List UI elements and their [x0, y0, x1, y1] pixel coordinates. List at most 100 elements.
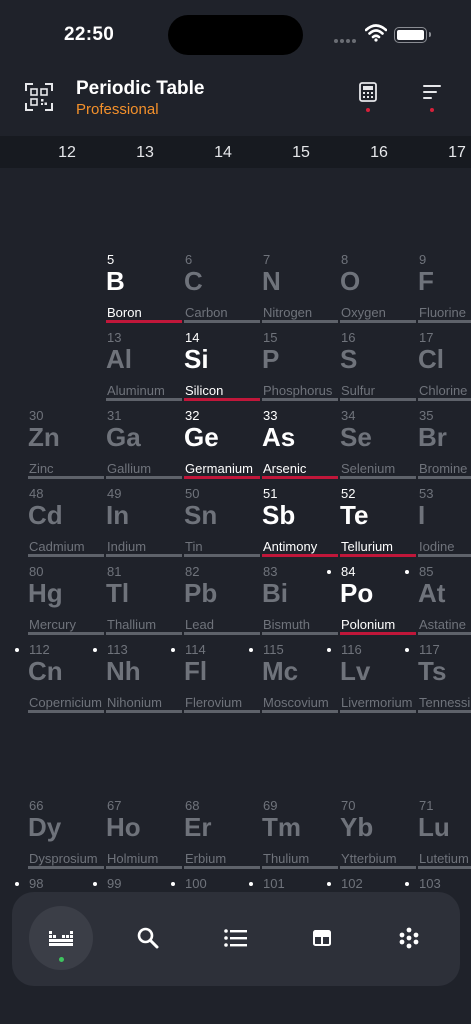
app-header: Periodic Table Professional [0, 64, 471, 136]
atomic-number: 30 [29, 408, 44, 423]
sort-button[interactable] [418, 80, 446, 116]
element-cell[interactable]: 82 Pb Lead [184, 558, 260, 635]
element-symbol: Cl [418, 344, 444, 374]
element-cell[interactable]: 14 Si Silicon [184, 324, 260, 401]
radioactive-marker [405, 570, 409, 574]
element-name: Chlorine [419, 383, 468, 398]
element-symbol: Tl [106, 578, 130, 608]
element-name: Aluminum [107, 383, 165, 398]
group-number: 15 [292, 144, 310, 161]
element-name: Cadmium [29, 539, 85, 554]
element-cell[interactable]: 101 [249, 870, 338, 890]
element-cell[interactable]: 16 S Sulfur [340, 324, 416, 401]
atomic-number: 48 [29, 486, 44, 501]
element-symbol: Fl [184, 656, 208, 686]
element-cell[interactable]: 100 [171, 870, 260, 890]
element-cell[interactable]: 80 Hg Mercury [28, 558, 104, 635]
element-underline [184, 866, 260, 869]
element-cell[interactable]: 71 Lu Lutetium [418, 792, 471, 869]
element-cell[interactable]: 51 Sb Antimony [262, 480, 338, 557]
element-cell[interactable]: 5 B Boron [106, 246, 182, 323]
periodic-table-grid[interactable]: 5 B Boron 6 C Carbon 7 N Nitrogen 8 O Oxygen 9 F Fluor… [0, 168, 471, 890]
element-underline [262, 320, 338, 323]
element-cell[interactable]: 112 Cn Copernicium [15, 636, 104, 713]
notification-dot [366, 108, 370, 112]
element-cell[interactable]: 6 C Carbon [184, 246, 260, 323]
element-name: Moscovium [263, 695, 329, 710]
element-symbol: Mc [262, 656, 299, 686]
atomic-number: 32 [185, 408, 200, 423]
tab-tables[interactable] [290, 906, 354, 970]
element-cell[interactable]: 70 Yb Ytterbium [340, 792, 416, 869]
tab-search[interactable] [116, 906, 180, 970]
element-cell[interactable]: 35 Br Bromine [418, 402, 471, 479]
atomic-number: 16 [341, 330, 356, 345]
element-cell[interactable]: 99 [93, 870, 182, 890]
element-symbol: In [106, 500, 130, 530]
element-symbol: Er [184, 812, 212, 842]
element-cell[interactable]: 81 Tl Thallium [106, 558, 182, 635]
element-cell[interactable]: 32 Ge Germanium [184, 402, 260, 479]
element-cell[interactable]: 102 [327, 870, 416, 890]
cellular-signal-icon [334, 39, 356, 43]
atomic-number: 80 [29, 564, 44, 579]
tab-atoms[interactable] [377, 906, 441, 970]
tab-table[interactable] [29, 906, 93, 970]
element-cell[interactable]: 15 P Phosphorus [262, 324, 338, 401]
radioactive-marker [249, 648, 253, 652]
element-cell[interactable]: 85 At Astatine [405, 558, 471, 635]
calculator-button[interactable] [354, 80, 382, 116]
element-cell[interactable]: 69 Tm Thulium [262, 792, 338, 869]
element-cell[interactable]: 83 Bi Bismuth [262, 558, 338, 635]
battery-icon [394, 27, 431, 43]
element-underline [184, 632, 260, 635]
element-cell[interactable]: 67 Ho Holmium [106, 792, 182, 869]
atomic-number: 8 [341, 252, 349, 267]
element-cell[interactable]: 13 Al Aluminum [106, 324, 182, 401]
element-cell[interactable]: 53 I Iodine [418, 480, 471, 557]
element-cell[interactable]: 49 In Indium [106, 480, 182, 557]
element-name: Livermorium [341, 695, 413, 710]
element-cell[interactable]: 66 Dy Dysprosium [28, 792, 104, 869]
element-cell[interactable]: 116 Lv Livermorium [327, 636, 416, 713]
atomic-number: 7 [263, 252, 271, 267]
element-cell[interactable]: 30 Zn Zinc [28, 402, 104, 479]
element-cell[interactable]: 103 [405, 870, 471, 890]
group-number: 12 [58, 144, 76, 161]
element-underline [340, 320, 416, 323]
element-cell[interactable]: 98 [15, 870, 104, 890]
element-cell[interactable]: 68 Er Erbium [184, 792, 260, 869]
element-name: Sulfur [341, 383, 375, 398]
element-cell[interactable]: 114 Fl Flerovium [171, 636, 260, 713]
element-underline [28, 866, 104, 869]
element-underline [262, 398, 338, 401]
tab-list[interactable] [204, 906, 268, 970]
element-cell[interactable]: 84 Po Polonium [327, 558, 416, 635]
element-cell[interactable]: 9 F Fluorine [418, 246, 471, 323]
qr-scan-icon[interactable] [24, 82, 54, 112]
atomic-number: 53 [419, 486, 434, 501]
dynamic-island [168, 15, 303, 55]
element-cell[interactable]: 31 Ga Gallium [106, 402, 182, 479]
element-cell[interactable]: 113 Nh Nihonium [93, 636, 182, 713]
atomic-number: 116 [341, 642, 362, 657]
element-cell[interactable]: 17 Cl Chlorine [418, 324, 471, 401]
element-cell[interactable]: 34 Se Selenium [340, 402, 416, 479]
element-cell[interactable]: 117Ts Tennessine [405, 636, 471, 713]
element-cell[interactable]: 52 Te Tellurium [340, 480, 416, 557]
element-cell[interactable]: 8 O Oxygen [340, 246, 416, 323]
radioactive-marker [405, 882, 409, 886]
element-name: Flerovium [185, 695, 243, 710]
element-cell[interactable]: 115 Mc Moscovium [249, 636, 338, 713]
element-underline [418, 710, 471, 713]
element-cell[interactable]: 33 As Arsenic [262, 402, 338, 479]
element-cell[interactable]: 7 N Nitrogen [262, 246, 338, 323]
atomic-number: 117 [419, 642, 440, 657]
element-cell[interactable]: 48 Cd Cadmium [28, 480, 104, 557]
search-icon [137, 927, 159, 949]
element-cell[interactable]: 50 Sn Tin [184, 480, 260, 557]
status-time: 22:50 [64, 24, 115, 45]
element-underline [340, 632, 416, 635]
element-name: Lead [185, 617, 214, 632]
atomic-number: 52 [341, 486, 356, 501]
